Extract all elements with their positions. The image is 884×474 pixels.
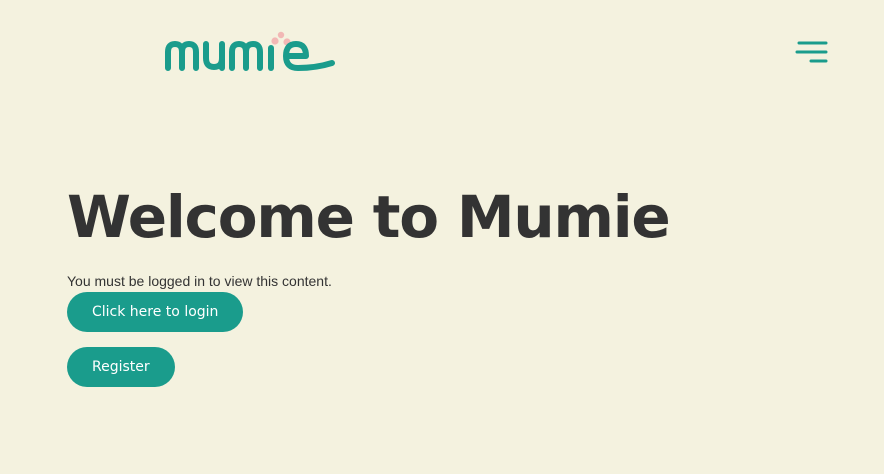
- login-button[interactable]: Click here to login: [67, 292, 244, 332]
- mumie-logo[interactable]: [164, 30, 338, 74]
- hamburger-menu-icon[interactable]: [795, 40, 829, 64]
- login-required-message: You must be logged in to view this conte…: [67, 273, 332, 289]
- register-button-row: Register: [67, 347, 827, 387]
- main-content: Welcome to Mumie You must be logged in t…: [67, 182, 827, 387]
- register-button[interactable]: Register: [67, 347, 175, 387]
- page-title: Welcome to Mumie: [67, 183, 671, 251]
- mumie-logo-mark: [165, 31, 335, 71]
- login-button-row: Click here to login: [67, 292, 827, 332]
